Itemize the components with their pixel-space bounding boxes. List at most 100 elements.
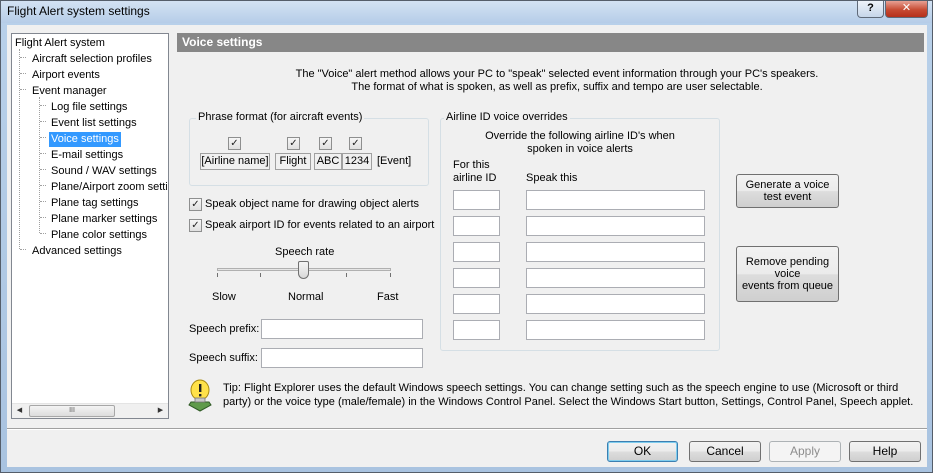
speak-this-input[interactable]: [526, 242, 705, 262]
airline-id-input[interactable]: [453, 216, 500, 236]
tree-connector: [39, 97, 40, 233]
airline-id-input[interactable]: [453, 242, 500, 262]
tree-item-plane-marker-settings[interactable]: Plane marker settings: [49, 212, 159, 227]
speak-this-input[interactable]: [526, 320, 705, 340]
col-airline-id-header-line-2: airline ID: [453, 172, 497, 184]
tree-item-aircraft-selection-profiles[interactable]: Aircraft selection profiles: [30, 52, 154, 67]
window-title: Flight Alert system settings: [7, 4, 150, 18]
speak-this-input[interactable]: [526, 190, 705, 210]
tree-connector: [40, 233, 46, 234]
scrollbar-thumb[interactable]: III: [29, 405, 115, 417]
remove-pending-label-line-3: events from queue: [741, 280, 834, 292]
tree-item-event-manager[interactable]: Event manager: [30, 84, 109, 99]
remove-pending-voice-events-button[interactable]: Remove pending voice events from queue: [736, 246, 839, 302]
tree-item-log-file-settings[interactable]: Log file settings: [49, 100, 129, 115]
speak-this-input[interactable]: [526, 294, 705, 314]
speak-airport-id-checkbox[interactable]: ✓: [189, 219, 202, 232]
scroll-right-arrow-icon[interactable]: ▶: [153, 404, 168, 418]
settings-window: Flight Alert system settings ? ✕ Flight …: [0, 0, 933, 473]
speech-suffix-input[interactable]: [261, 348, 423, 368]
help-title-button[interactable]: ?: [857, 1, 884, 18]
tree-item-plane-airport-zoom-settings[interactable]: Plane/Airport zoom setti: [49, 180, 167, 195]
slider-tick: [260, 273, 261, 277]
speak-object-name-label[interactable]: Speak object name for drawing object ale…: [205, 198, 419, 210]
tree-horizontal-scrollbar[interactable]: ◀ III ▶: [12, 403, 168, 418]
speak-object-name-checkbox[interactable]: ✓: [189, 198, 202, 211]
tip-line-2: party) or the voice type (male/female) i…: [223, 396, 914, 408]
airline-id-input[interactable]: [453, 268, 500, 288]
airline-overrides-label: Airline ID voice overrides: [444, 111, 570, 123]
tree-item-email-settings[interactable]: E-mail settings: [49, 148, 125, 163]
phrase-airline-name-field: [Airline name]: [200, 153, 270, 170]
footer-separator: [7, 428, 927, 430]
phrase-1234-checkbox[interactable]: ✓: [349, 137, 362, 150]
speech-rate-fast-label: Fast: [377, 291, 399, 303]
scroll-left-arrow-icon[interactable]: ◀: [12, 404, 27, 418]
speech-rate-slider-thumb[interactable]: [298, 261, 309, 279]
airline-id-input[interactable]: [453, 190, 500, 210]
intro-line-1: The "Voice" alert method allows your PC …: [295, 68, 819, 80]
phrase-flight-checkbox[interactable]: ✓: [287, 137, 300, 150]
tree-connector: [20, 89, 26, 90]
tree-item-flight-alert-system[interactable]: Flight Alert system: [13, 36, 107, 51]
phrase-abc-checkbox[interactable]: ✓: [319, 137, 332, 150]
speak-airport-id-label[interactable]: Speak airport ID for events related to a…: [205, 219, 434, 231]
tree-item-event-list-settings[interactable]: Event list settings: [49, 116, 139, 131]
tree-item-plane-color-settings[interactable]: Plane color settings: [49, 228, 149, 243]
speech-rate-normal-label: Normal: [288, 291, 324, 303]
phrase-event-label: [Event]: [377, 155, 412, 167]
tree-connector: [40, 137, 46, 138]
intro-line-2: The format of what is spoken, as well as…: [351, 81, 763, 93]
tree-item-voice-settings[interactable]: Voice settings: [49, 132, 121, 147]
phrase-format-label: Phrase format (for aircraft events): [196, 111, 365, 123]
col-airline-id-header: For this airline ID: [453, 159, 496, 185]
intro-text: The "Voice" alert method allows your PC …: [207, 68, 907, 94]
dialog-client: Flight Alert system Aircraft selection p…: [7, 25, 927, 467]
airline-id-input[interactable]: [453, 320, 500, 340]
phrase-flight-field: Flight: [275, 153, 311, 170]
tree-connector: [20, 57, 26, 58]
tree-connector: [20, 249, 26, 250]
tree-connector: [40, 201, 46, 202]
col-speak-this-header: Speak this: [526, 172, 578, 184]
tree-item-airport-events[interactable]: Airport events: [30, 68, 102, 83]
speech-suffix-label: Speech suffix:: [189, 352, 258, 364]
remove-pending-label-line-2: voice: [774, 268, 801, 280]
lightbulb-tip-icon: [188, 379, 212, 412]
airline-overrides-description-line-1: Override the following airline ID's when: [485, 130, 675, 142]
generate-voice-test-label-line-1: Generate a voice: [745, 179, 830, 191]
tree-item-advanced-settings[interactable]: Advanced settings: [30, 244, 124, 259]
title-bar: Flight Alert system settings ? ✕: [1, 1, 932, 23]
tree-connector: [40, 121, 46, 122]
speak-this-input[interactable]: [526, 216, 705, 236]
generate-voice-test-label-line-2: test event: [763, 191, 812, 203]
apply-button[interactable]: Apply: [769, 441, 841, 462]
tree-item-plane-tag-settings[interactable]: Plane tag settings: [49, 196, 140, 211]
tree-connector: [40, 169, 46, 170]
slider-tick: [346, 273, 347, 277]
tip-text: Tip: Flight Explorer uses the default Wi…: [223, 381, 923, 409]
airline-id-input[interactable]: [453, 294, 500, 314]
settings-tree[interactable]: Flight Alert system Aircraft selection p…: [11, 33, 169, 419]
help-button[interactable]: Help: [849, 441, 921, 462]
tree-connector: [40, 185, 46, 186]
tree-connector: [40, 217, 46, 218]
slider-tick: [217, 273, 218, 277]
tip-line-1: Tip: Flight Explorer uses the default Wi…: [223, 382, 899, 394]
tree-connector: [40, 153, 46, 154]
speech-rate-slow-label: Slow: [212, 291, 236, 303]
page-title: Voice settings: [177, 33, 924, 52]
tree-item-sound-wav-settings[interactable]: Sound / WAV settings: [49, 164, 159, 179]
tree-connector: [19, 49, 20, 249]
airline-overrides-description-line-2: spoken in voice alerts: [527, 143, 633, 155]
airline-overrides-description: Override the following airline ID's when…: [440, 130, 720, 156]
generate-voice-test-button[interactable]: Generate a voice test event: [736, 174, 839, 208]
phrase-airline-name-checkbox[interactable]: ✓: [228, 137, 241, 150]
close-button[interactable]: ✕: [885, 1, 928, 18]
speech-prefix-input[interactable]: [261, 319, 423, 339]
ok-button[interactable]: OK: [607, 441, 678, 462]
speak-this-input[interactable]: [526, 268, 705, 288]
tree-connector: [20, 73, 26, 74]
cancel-button[interactable]: Cancel: [689, 441, 761, 462]
remove-pending-label-line-1: Remove pending: [745, 256, 830, 268]
